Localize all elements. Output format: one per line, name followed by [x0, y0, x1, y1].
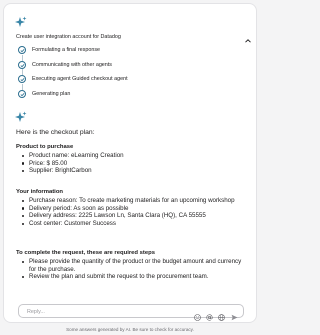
reply-input[interactable]	[27, 307, 177, 316]
list-item: Product name: eLearning Creation	[22, 152, 258, 160]
section-title: To complete the request, these are requi…	[16, 250, 156, 256]
reply-composer	[18, 304, 244, 321]
task-steps: Formulating a final response Communicati…	[14, 46, 214, 104]
task-step-label: Executing agent Guided checkout agent	[32, 76, 128, 82]
steps-list: Please provide the quantity of the produ…	[22, 258, 244, 281]
check-circle-icon	[18, 89, 26, 98]
list-item: Please provide the quantity of the produ…	[22, 258, 244, 273]
ai-sparkle-icon	[14, 111, 27, 124]
assistant-message-card: Create user integration account for Data…	[4, 4, 256, 322]
chevron-up-icon[interactable]	[244, 32, 252, 43]
section-title: Your information	[16, 189, 64, 195]
task-step-label: Communicating with other agents	[32, 61, 113, 68]
ai-sparkle-icon	[14, 16, 27, 29]
task-step: Generating plan	[14, 89, 214, 105]
at-icon[interactable]	[206, 308, 213, 321]
response-intro: Here is the checkout plan:	[16, 129, 95, 136]
section-title: Product to purchase	[16, 144, 74, 150]
product-list: Product name: eLearning Creation Price: …	[22, 152, 258, 175]
emoji-icon[interactable]	[194, 308, 201, 321]
task-step-label: Formulating a final response	[32, 47, 101, 53]
globe-icon[interactable]	[218, 308, 225, 321]
list-item: Delivery period: As soon as possible	[22, 205, 248, 213]
ai-disclaimer: Some answers generated by AI. Be sure to…	[66, 327, 194, 332]
info-list: Purchase reason: To create marketing mat…	[22, 197, 248, 227]
task-step: Communicating with other agents	[14, 60, 214, 75]
task-step-label: Generating plan	[32, 90, 71, 97]
task-step: Executing agent Guided checkout agent	[14, 75, 214, 90]
list-item: Supplier: BrightCarbon	[22, 167, 258, 175]
check-circle-icon	[18, 75, 26, 83]
list-item: Price: $ 85.00	[22, 160, 258, 168]
list-item: Purchase reason: To create marketing mat…	[22, 197, 248, 205]
list-item: Cost center: Customer Success	[22, 220, 248, 228]
list-item: Delivery address: 2225 Lawson Ln, Santa …	[22, 212, 248, 220]
send-icon[interactable]	[231, 308, 238, 321]
task-title: Create user integration account for Data…	[16, 34, 121, 40]
list-item: Review the plan and submit the request t…	[22, 273, 244, 281]
check-circle-icon	[18, 46, 26, 54]
check-circle-icon	[18, 60, 26, 69]
task-step: Formulating a final response	[14, 46, 214, 61]
